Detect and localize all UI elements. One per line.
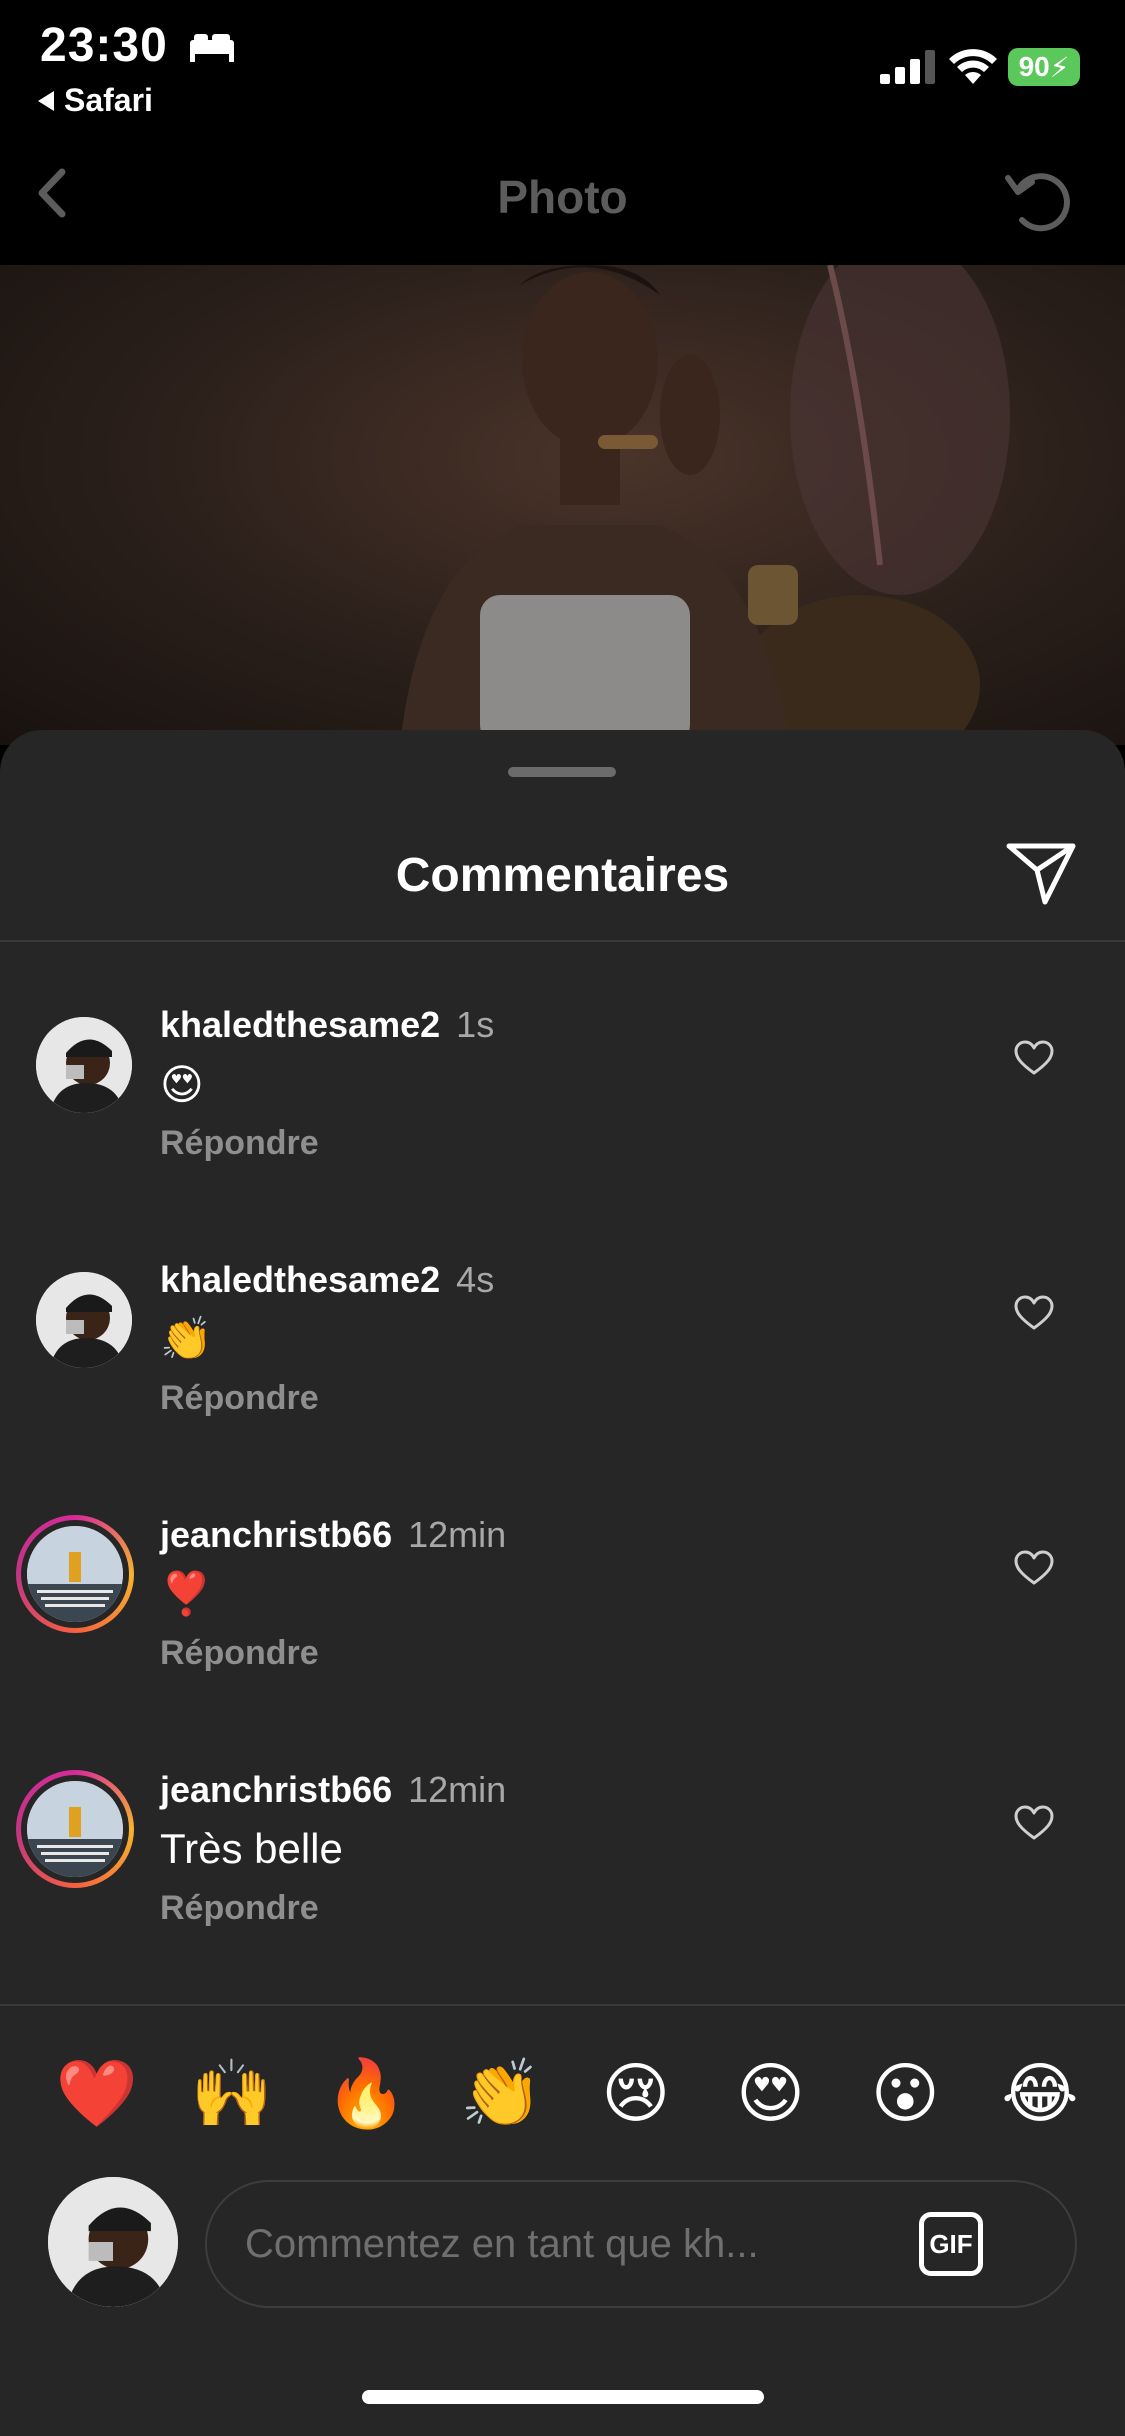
back-triangle-icon xyxy=(38,90,54,111)
sheet-grabber[interactable] xyxy=(508,767,616,777)
back-to-app-link[interactable]: Safari xyxy=(38,82,153,119)
battery-level: 90 xyxy=(1018,51,1050,82)
comment-text: 😍 xyxy=(160,1061,204,1108)
reply-button[interactable]: Répondre xyxy=(160,1124,319,1163)
comment-text: Très belle xyxy=(160,1825,343,1872)
heart-icon[interactable] xyxy=(1014,1295,1054,1331)
comment-header: khaledthesame2 4s xyxy=(160,1259,494,1301)
quick-emoji-fire[interactable]: 🔥 xyxy=(321,2048,411,2138)
avatar-image xyxy=(36,1017,132,1113)
comment-composer: GIF xyxy=(205,2180,1077,2308)
post-photo xyxy=(0,265,1125,745)
comment-input[interactable] xyxy=(245,2182,905,2306)
comment-timestamp: 1s xyxy=(456,1004,495,1045)
comments-sheet: Commentaires khaledthesame2 1s 😍 Répondr… xyxy=(0,730,1125,2436)
heart-icon[interactable] xyxy=(1014,1040,1054,1076)
quick-emoji-laugh[interactable]: 😂 xyxy=(995,2048,1085,2138)
charging-bolt-icon: ⚡ xyxy=(1049,51,1070,83)
comment-username[interactable]: jeanchristb66 xyxy=(160,1514,392,1555)
gif-button[interactable]: GIF xyxy=(919,2212,983,2276)
quick-emoji-cry[interactable]: 😢 xyxy=(591,2048,681,2138)
comment-header: jeanchristb66 12min xyxy=(160,1769,506,1811)
avatar xyxy=(27,1526,123,1622)
page-title: Photo xyxy=(497,171,628,223)
comment-header: khaledthesame2 1s xyxy=(160,1004,494,1046)
story-ring-avatar[interactable] xyxy=(16,1770,134,1888)
wifi-icon xyxy=(949,49,997,84)
heart-icon[interactable] xyxy=(1014,1805,1054,1841)
comment-username[interactable]: khaledthesame2 xyxy=(160,1259,440,1300)
share-send-icon[interactable] xyxy=(1005,840,1077,906)
avatar-image xyxy=(48,2177,178,2307)
avatar[interactable] xyxy=(36,1017,132,1113)
navigation-bar: Photo xyxy=(0,130,1125,265)
quick-emoji-heart-eyes[interactable]: 😍 xyxy=(726,2048,816,2138)
divider xyxy=(0,940,1125,942)
quick-emoji-raised-hands[interactable]: 🙌 xyxy=(187,2048,277,2138)
comment-timestamp: 12min xyxy=(408,1514,507,1555)
quick-emoji-bar: ❤️ 🙌 🔥 👏 😢 😍 😮 😂 xyxy=(0,2048,1125,2138)
comment-header: jeanchristb66 12min xyxy=(160,1514,506,1556)
status-bar: 23:30 Safari 90 ⚡ xyxy=(0,0,1125,130)
photo-illustration xyxy=(400,265,1010,745)
comment-item: khaledthesame2 1s 😍 Répondre xyxy=(0,962,1125,1217)
story-ring-avatar[interactable] xyxy=(16,1515,134,1633)
home-indicator[interactable] xyxy=(362,2390,764,2404)
sheet-title: Commentaires xyxy=(395,849,730,902)
back-app-label: Safari xyxy=(64,82,153,118)
reply-button[interactable]: Répondre xyxy=(160,1634,319,1673)
sleep-focus-icon xyxy=(190,34,234,62)
status-time: 23:30 xyxy=(40,19,168,72)
quick-emoji-heart[interactable]: ❤️ xyxy=(52,2048,142,2138)
avatar-image xyxy=(27,1781,123,1877)
heart-icon[interactable] xyxy=(1014,1550,1054,1586)
comment-timestamp: 12min xyxy=(408,1769,507,1810)
avatar-image xyxy=(36,1272,132,1368)
quick-emoji-clap[interactable]: 👏 xyxy=(456,2048,546,2138)
comment-item: khaledthesame2 4s 👏 Répondre xyxy=(0,1217,1125,1472)
quick-emoji-surprised[interactable]: 😮 xyxy=(860,2048,950,2138)
divider xyxy=(0,2004,1125,2006)
battery-indicator: 90 ⚡ xyxy=(1008,48,1080,86)
composer-avatar xyxy=(48,2177,178,2307)
refresh-icon[interactable] xyxy=(1000,160,1080,236)
comment-timestamp: 4s xyxy=(456,1259,495,1300)
comment-text: 👏 xyxy=(160,1315,213,1362)
comment-text: ❣️ xyxy=(160,1570,213,1617)
avatar xyxy=(27,1781,123,1877)
cellular-signal-icon xyxy=(880,50,935,84)
reply-button[interactable]: Répondre xyxy=(160,1379,319,1418)
avatar-image xyxy=(27,1526,123,1622)
reply-button[interactable]: Répondre xyxy=(160,1889,319,1928)
avatar[interactable] xyxy=(36,1272,132,1368)
comment-item: jeanchristb66 12min Très belle Répondre xyxy=(0,1727,1125,1982)
comment-username[interactable]: khaledthesame2 xyxy=(160,1004,440,1045)
comment-username[interactable]: jeanchristb66 xyxy=(160,1769,392,1810)
comment-item: jeanchristb66 12min ❣️ Répondre xyxy=(0,1472,1125,1727)
